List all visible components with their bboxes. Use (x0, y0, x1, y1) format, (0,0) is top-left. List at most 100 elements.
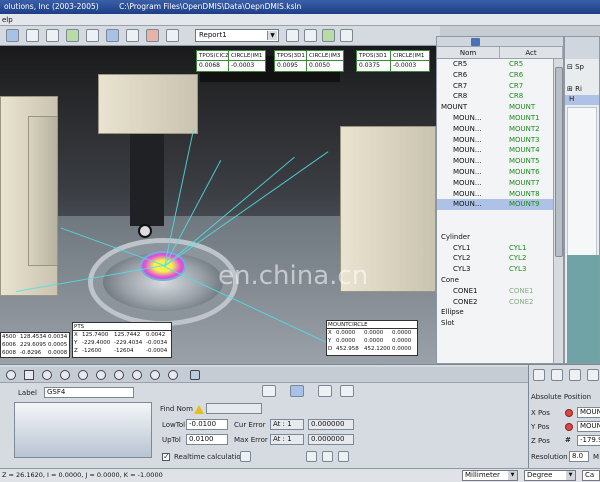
y-pos-label: Y Pos (531, 423, 550, 431)
extra-select[interactable]: Ca (582, 470, 600, 481)
circle-icon[interactable] (60, 370, 70, 380)
tree-scrollbar[interactable] (553, 59, 563, 363)
cube-icon[interactable] (471, 38, 480, 46)
tree-scroll-thumb[interactable] (555, 67, 563, 257)
tree-item[interactable]: CR8 CR8 (437, 91, 563, 102)
tree-item[interactable]: MOUN... MOUNT8 (437, 189, 563, 200)
tree-header: Nom Act (437, 47, 563, 59)
tree-item-nom: CR5 (453, 60, 468, 68)
tree-item[interactable]: CONE1 CONE1 (437, 286, 563, 297)
tree-item[interactable]: CYL2 CYL2 (437, 253, 563, 264)
tree-item[interactable]: MOUN... MOUNT6 (437, 167, 563, 178)
up-tol-input[interactable]: 0.0100 (186, 434, 228, 445)
tool-icon[interactable] (551, 369, 563, 381)
col-nom[interactable]: Nom (437, 47, 500, 58)
view-icon[interactable] (106, 29, 119, 42)
tree-item[interactable]: MOUN... MOUNT4 (437, 145, 563, 156)
select-icon[interactable] (6, 29, 19, 42)
curve-icon[interactable] (190, 370, 200, 380)
delete-icon[interactable] (146, 29, 159, 42)
slot-icon[interactable] (168, 370, 178, 380)
point-box[interactable]: CIRCLE(IM1 -0.0003 (390, 50, 430, 72)
point-box-value: 0.0375 (359, 62, 380, 69)
tree-item[interactable]: MOUN... MOUNT3 (437, 135, 563, 146)
probe-icon[interactable] (569, 369, 581, 381)
check-icon[interactable] (322, 451, 333, 462)
stats-icon[interactable] (340, 385, 354, 397)
menu-help[interactable]: elp (2, 16, 13, 24)
table-icon[interactable] (318, 385, 332, 397)
point-icon[interactable] (6, 370, 16, 380)
tree-item[interactable]: MOUN... MOUNT1 (437, 113, 563, 124)
measure-table-mount[interactable]: MOUNTCIRCLE X 0.0000 0.0000 0.0000 Y 0.0000 0… (326, 320, 418, 356)
tree-group[interactable]: Ellipse (437, 307, 563, 318)
touch-icon[interactable] (240, 451, 251, 462)
report-select[interactable]: Report1 ▼ (195, 29, 279, 42)
units-select[interactable]: Millimeter ▼ (462, 470, 518, 481)
edit-icon[interactable] (306, 451, 317, 462)
axis-icon[interactable] (533, 369, 545, 381)
report-icon[interactable] (290, 385, 304, 397)
tree-item[interactable] (437, 221, 563, 232)
angle-select[interactable]: Degree ▼ (524, 470, 576, 481)
point-box[interactable]: CIRCLE(IM1 -0.0003 (228, 50, 266, 72)
low-tol-input[interactable]: -0.0100 (186, 419, 228, 430)
point-box[interactable]: TPOS(CIC2 0.0068 (196, 50, 232, 72)
report-export-icon[interactable] (322, 29, 335, 42)
cylinder-icon[interactable] (114, 370, 124, 380)
tree-item[interactable]: CYL1 CYL1 (437, 243, 563, 254)
point-box-value: 0.0095 (277, 62, 298, 69)
copy-icon[interactable] (126, 29, 139, 42)
point-box[interactable]: TPOS(3D1 0.0375 (356, 50, 392, 72)
plane-icon[interactable] (42, 370, 52, 380)
pointer-icon[interactable] (46, 29, 59, 42)
report-print-icon[interactable] (304, 29, 317, 42)
frame-icon[interactable] (26, 29, 39, 42)
col-act[interactable]: Act (500, 47, 563, 58)
far-right-header (565, 37, 599, 59)
zoom-icon[interactable] (86, 29, 99, 42)
apply-icon[interactable] (338, 451, 349, 462)
far-right-item[interactable]: ⊞ Ri (567, 85, 582, 93)
tree-item[interactable] (437, 210, 563, 221)
tree-item[interactable]: MOUN... MOUNT5 (437, 156, 563, 167)
tree-item[interactable]: CR7 CR7 (437, 81, 563, 92)
measure-table-pts[interactable]: PTS X 125.7400 125.7442 0.0042 Y -229.4000 -2… (72, 322, 172, 358)
tree-item[interactable]: MOUN... MOUNT2 (437, 124, 563, 135)
report-settings-icon[interactable] (286, 29, 299, 42)
point-box[interactable]: CIRCLE(IM3 0.0050 (306, 50, 344, 72)
report-view-icon[interactable] (340, 29, 353, 42)
realtime-checkbox[interactable] (162, 452, 170, 461)
arc-icon[interactable] (78, 370, 88, 380)
move-icon[interactable] (66, 29, 79, 42)
ellipse-icon[interactable] (150, 370, 160, 380)
table-row: Y 0.0000 0.0000 0.0000 (328, 338, 412, 344)
label-caption: Label (18, 389, 37, 397)
setup-icon[interactable] (587, 369, 599, 381)
tree-item[interactable]: CR5 CR5 (437, 59, 563, 70)
tree-group[interactable]: Cone (437, 275, 563, 286)
layout-icon[interactable] (166, 29, 179, 42)
tree-group[interactable]: Cylinder (437, 232, 563, 243)
resolution-input[interactable]: 8.0 (569, 451, 589, 462)
cone-icon[interactable] (132, 370, 142, 380)
tree-group[interactable]: MOUNT MOUNT (437, 102, 563, 113)
point-box[interactable]: TPOS(3D1 0.0095 (274, 50, 310, 72)
line-icon[interactable] (24, 370, 34, 380)
far-right-item-selected[interactable]: H (565, 95, 599, 105)
angle-select-value: Degree (527, 471, 553, 479)
tree-item[interactable]: MOUN... MOUNT7 (437, 178, 563, 189)
tree-item[interactable]: CR6 CR6 (437, 70, 563, 81)
sphere-icon[interactable] (96, 370, 106, 380)
tree-item[interactable]: MOUN... MOUNT9 (437, 199, 563, 211)
tree-group[interactable]: Slot (437, 318, 563, 329)
tree-item[interactable]: CYL3 CYL3 (437, 264, 563, 275)
find-nom-input[interactable] (206, 403, 262, 414)
measure-table-left[interactable]: 4500 128.4534 0.0034 6006 229.6095 0.0005 60… (0, 332, 70, 358)
far-right-item[interactable]: ⊟ Sp (567, 63, 584, 71)
label-input[interactable]: GSF4 (44, 387, 134, 398)
graph-icon[interactable] (262, 385, 276, 397)
3d-viewport[interactable]: TPOS(CIC2 0.0068 CIRCLE(IM1 -0.0003 TPOS… (0, 46, 436, 364)
tree-item[interactable]: CONE2 CONE2 (437, 297, 563, 308)
hash-icon: # (565, 436, 571, 444)
